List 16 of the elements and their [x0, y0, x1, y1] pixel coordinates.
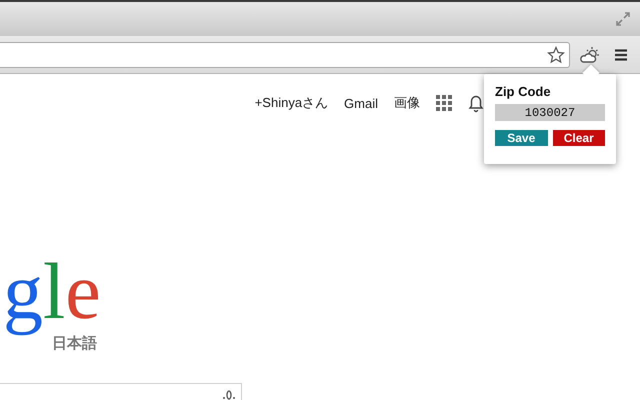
star-icon[interactable] [547, 46, 565, 64]
zip-code-field[interactable]: 1030027 [495, 104, 605, 121]
fullscreen-icon[interactable] [616, 12, 630, 26]
clear-button[interactable]: Clear [552, 130, 605, 146]
save-button[interactable]: Save [495, 130, 548, 146]
apps-grid-icon[interactable] [436, 95, 452, 111]
input-tools-icon[interactable] [223, 390, 235, 400]
logo-letter: g [3, 247, 43, 338]
bell-icon[interactable] [468, 93, 484, 113]
header-link[interactable]: 画像 [394, 94, 420, 112]
logo-letter: e [65, 247, 101, 336]
header-link[interactable]: +Shinyaさん [254, 94, 328, 112]
header-link[interactable]: Gmail [344, 96, 378, 110]
logo-subtitle: 日本語 [52, 334, 97, 353]
logo-letter: l [43, 247, 66, 336]
popup-title: Zip Code [495, 84, 552, 99]
